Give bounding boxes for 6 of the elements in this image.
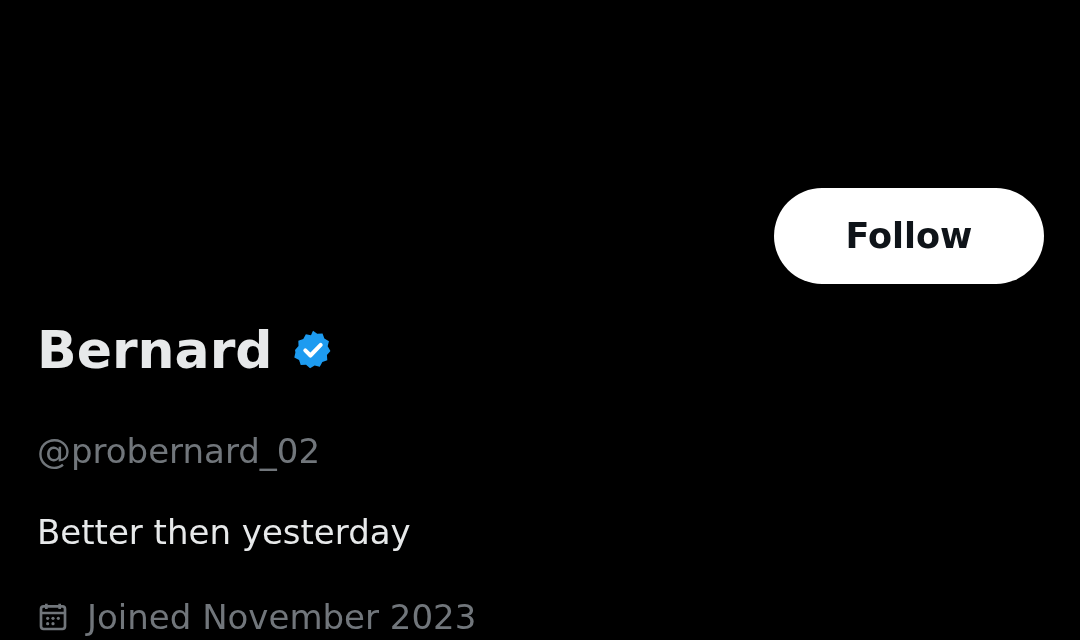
profile-name: Bernard bbox=[37, 319, 273, 382]
profile-handle: @probernard_02 bbox=[37, 430, 321, 473]
calendar-icon bbox=[37, 601, 69, 633]
follow-button[interactable]: Follow bbox=[774, 188, 1044, 284]
joined-date: Joined November 2023 bbox=[87, 596, 477, 639]
profile-bio: Better then yesterday bbox=[37, 511, 411, 554]
